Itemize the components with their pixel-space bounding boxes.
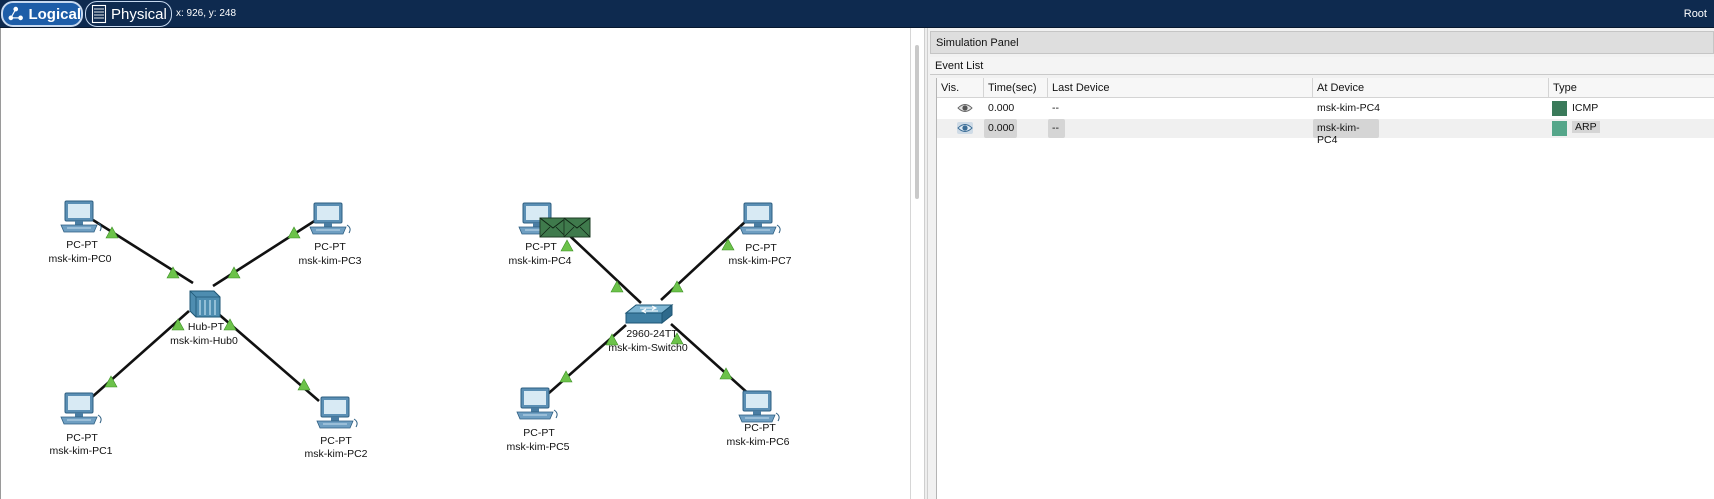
event-type: ARP <box>1572 121 1600 133</box>
device-name-label: msk-kim-PC4 <box>509 255 572 267</box>
device-pc5[interactable]: PC-PT msk-kim-PC5 <box>507 387 570 453</box>
column-header-time[interactable]: Time(sec) <box>984 78 1048 98</box>
link-status-light <box>560 239 574 252</box>
device-name-label: msk-kim-PC1 <box>50 445 113 457</box>
physical-view-button[interactable]: Physical <box>85 1 172 27</box>
simulation-panel-title: Simulation Panel <box>930 31 1714 54</box>
event-time: 0.000 <box>988 102 1015 114</box>
device-type-label: 2960-24TT <box>626 328 678 340</box>
device-type-label: PC-PT <box>523 427 555 439</box>
device-pc1[interactable]: PC-PT msk-kim-PC1 <box>50 392 113 457</box>
device-name-label: msk-kim-PC7 <box>729 255 792 267</box>
logical-view-label: Logical <box>28 5 81 23</box>
logical-topology-icon <box>8 6 23 21</box>
switch-icon <box>625 304 673 324</box>
type-color-swatch[interactable] <box>1552 101 1567 116</box>
event-vis-cell[interactable] <box>937 99 984 118</box>
device-pc6[interactable]: PC-PT msk-kim-PC6 <box>727 390 790 448</box>
pc-icon <box>738 390 780 423</box>
column-header-vis[interactable]: Vis. <box>937 78 984 98</box>
envelope-icon[interactable] <box>563 217 591 238</box>
logical-workspace[interactable]: PC-PT msk-kim-PC0 PC-PT msk-kim-PC3 PC-P… <box>0 28 910 499</box>
event-at-device: msk-kim-PC4 <box>1313 119 1379 146</box>
device-type-label: PC-PT <box>66 432 98 444</box>
event-row[interactable]: 0.000 -- msk-kim-PC4 ICMP <box>937 99 1714 118</box>
scrollbar-thumb[interactable] <box>915 45 919 199</box>
event-list-table[interactable]: Vis. Time(sec) Last Device At Device Typ… <box>936 78 1714 499</box>
device-pc3[interactable]: PC-PT msk-kim-PC3 <box>299 202 362 267</box>
pdu-envelopes[interactable] <box>539 217 591 238</box>
link-pc3-hub0[interactable] <box>212 218 317 288</box>
event-type-cell: ICMP <box>1549 99 1714 118</box>
event-at-device: msk-kim-PC4 <box>1317 102 1380 114</box>
type-color-swatch[interactable] <box>1552 121 1567 136</box>
device-name-label: msk-kim-Switch0 <box>608 342 687 354</box>
cursor-coordinates: x: 926, y: 248 <box>176 8 237 19</box>
link-pc0-hub0[interactable] <box>92 218 194 285</box>
pc-icon <box>739 202 781 235</box>
root-breadcrumb[interactable]: Root <box>1684 8 1707 20</box>
pc-icon <box>60 392 102 425</box>
device-type-label: PC-PT <box>66 239 98 251</box>
pc-icon <box>60 200 102 233</box>
device-type-label: PC-PT <box>525 241 557 253</box>
event-type-cell: ARP <box>1549 119 1714 138</box>
device-type-label: PC-PT <box>745 242 777 254</box>
device-name-label: msk-kim-PC0 <box>49 253 112 265</box>
device-type-label: PC-PT <box>744 422 776 434</box>
eye-icon[interactable] <box>957 122 973 134</box>
event-list-title: Event List <box>930 57 1714 75</box>
event-last-device: -- <box>1052 102 1059 114</box>
device-type-label: PC-PT <box>320 435 352 447</box>
device-name-label: msk-kim-PC2 <box>305 448 368 460</box>
link-pc1-hub0[interactable] <box>90 310 190 399</box>
topology-canvas[interactable]: PC-PT msk-kim-PC0 PC-PT msk-kim-PC3 PC-P… <box>1 28 911 499</box>
logical-view-button[interactable]: Logical <box>1 1 83 27</box>
hub-icon <box>189 290 221 318</box>
device-pc2[interactable]: PC-PT msk-kim-PC2 <box>305 396 368 460</box>
rack-icon <box>91 4 107 24</box>
device-name-label: msk-kim-PC5 <box>507 441 570 453</box>
event-type: ICMP <box>1572 102 1599 114</box>
pc-icon <box>316 396 358 429</box>
eye-icon[interactable] <box>957 102 973 114</box>
device-name-label: msk-kim-PC6 <box>727 436 790 448</box>
event-row-selected[interactable]: 0.000 -- msk-kim-PC4 ARP <box>937 119 1714 146</box>
simulation-panel: Simulation Panel Event List Vis. Time(se… <box>928 28 1714 499</box>
event-vis-cell[interactable] <box>937 119 984 138</box>
device-type-label: PC-PT <box>314 241 346 253</box>
device-name-label: msk-kim-PC3 <box>299 255 362 267</box>
device-type-label: Hub-PT <box>188 321 225 333</box>
device-pc0[interactable]: PC-PT msk-kim-PC0 <box>49 200 112 265</box>
pc-icon <box>309 202 351 235</box>
event-list-header: Vis. Time(sec) Last Device At Device Typ… <box>937 78 1714 98</box>
column-header-at-device[interactable]: At Device <box>1313 78 1549 98</box>
packet-tracer-window: Logical Physical x: 926, y: 248 Root PC-… <box>0 0 1714 499</box>
event-last-device: -- <box>1048 119 1065 138</box>
workspace-scrollbar[interactable] <box>910 28 924 499</box>
column-header-type[interactable]: Type <box>1549 78 1714 98</box>
workspace-toolbar: Logical Physical x: 926, y: 248 Root <box>0 0 1714 28</box>
device-name-label: msk-kim-Hub0 <box>170 335 238 347</box>
envelope-icon[interactable] <box>539 217 567 238</box>
physical-view-label: Physical <box>111 5 167 23</box>
device-pc7[interactable]: PC-PT msk-kim-PC7 <box>729 202 792 267</box>
column-header-last-device[interactable]: Last Device <box>1048 78 1313 98</box>
link-pc6-switch0[interactable] <box>670 323 752 397</box>
event-time: 0.000 <box>984 119 1017 138</box>
